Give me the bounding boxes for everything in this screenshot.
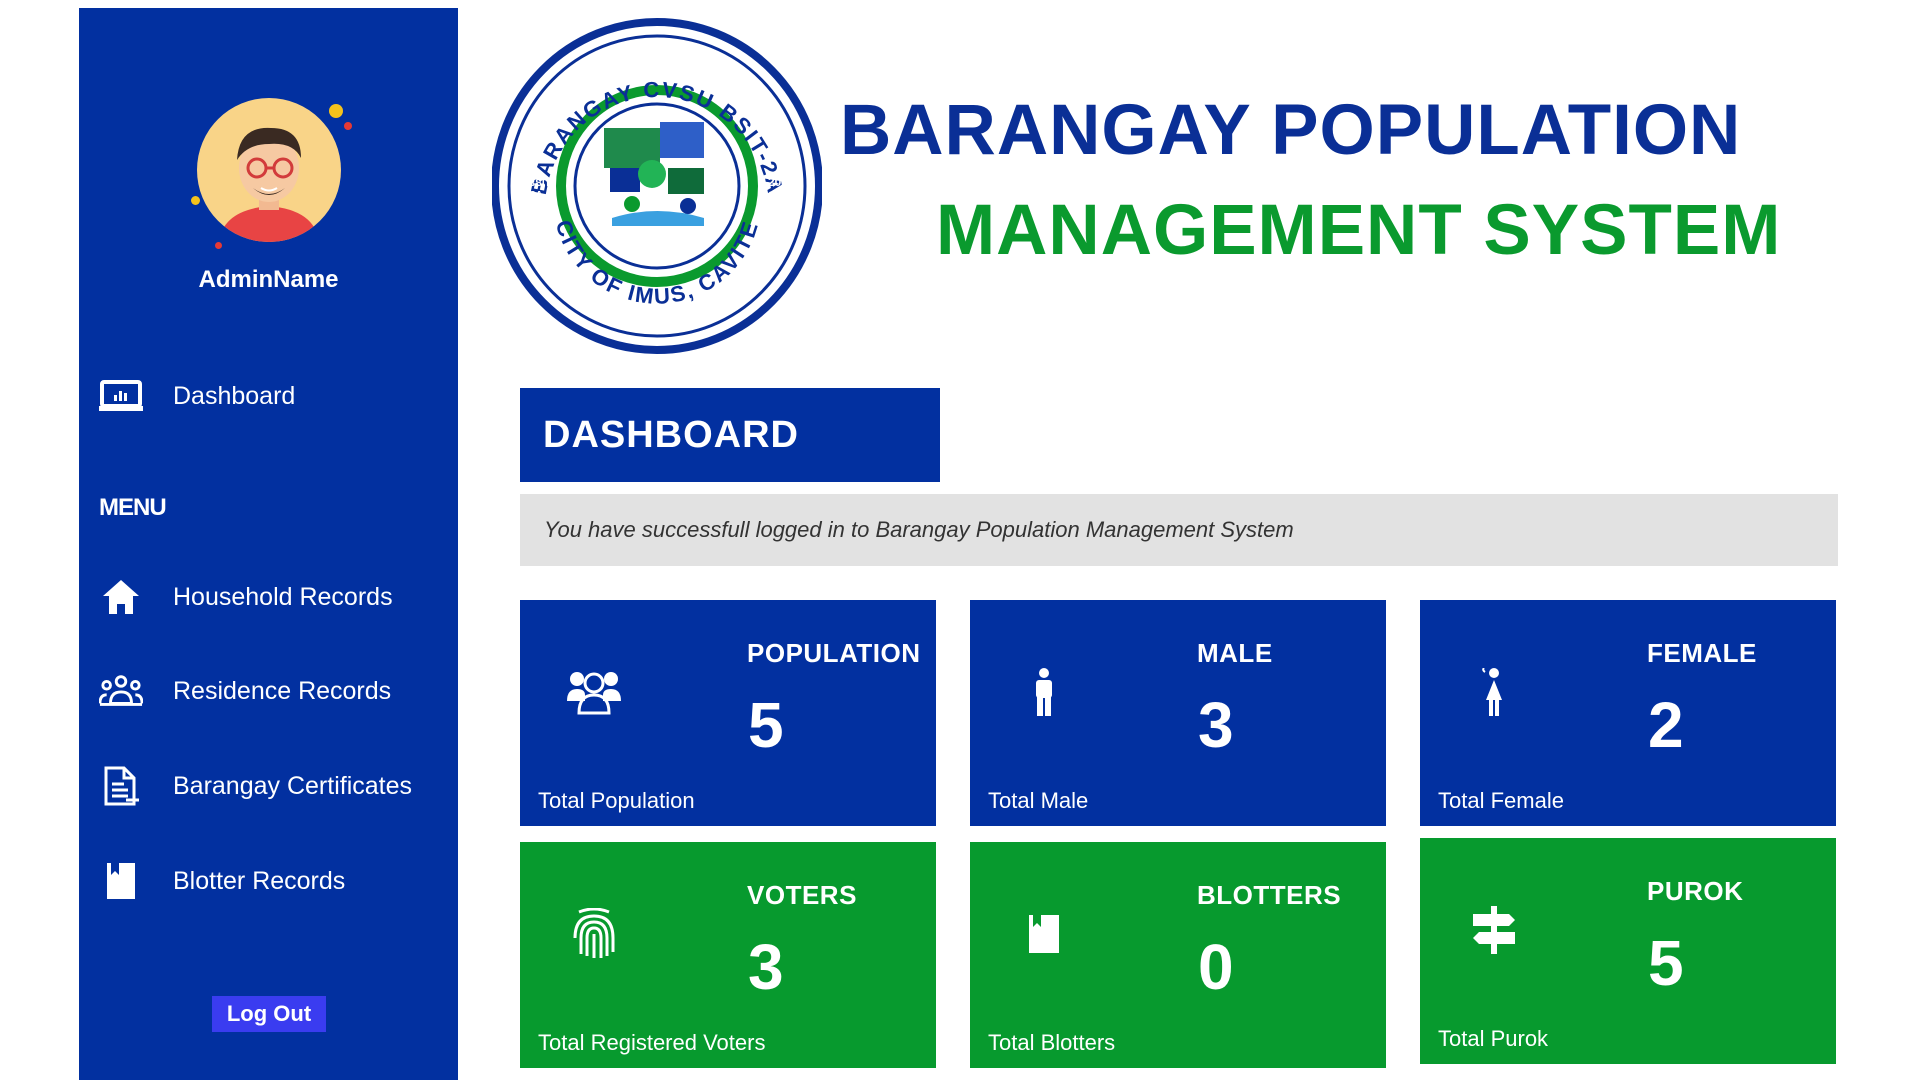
- male-card[interactable]: MALE 3 Total Male: [970, 600, 1386, 826]
- people-icon: [562, 660, 626, 724]
- female-icon: [1462, 660, 1526, 724]
- card-subtitle: Total Registered Voters: [538, 1030, 766, 1055]
- svg-text:2A: 2A: [530, 190, 543, 201]
- home-icon: [99, 577, 143, 617]
- card-value: 5: [1648, 927, 1684, 999]
- card-subtitle: Total Purok: [1438, 1026, 1549, 1051]
- voters-card[interactable]: VOTERS 3 Total Registered Voters: [520, 842, 936, 1068]
- book-icon: [99, 861, 143, 901]
- sidebar-item-household-records[interactable]: Household Records: [79, 569, 458, 625]
- card-subtitle: Total Population: [538, 788, 695, 813]
- fingerprint-icon: [562, 902, 626, 966]
- book-icon: [1012, 902, 1076, 966]
- population-card[interactable]: POPULATION 5 Total Population: [520, 600, 936, 826]
- app-title-line1: BARANGAY POPULATION: [840, 91, 1742, 170]
- sidebar-item-residence-records[interactable]: Residence Records: [79, 663, 458, 719]
- card-value: 0: [1198, 931, 1234, 1003]
- card-subtitle: Total Blotters: [988, 1030, 1116, 1055]
- sidebar-item-label: Dashboard: [173, 381, 296, 410]
- avatar: [191, 92, 352, 252]
- barangay-seal-logo: BARANGAY CVSU BSIT-2A CITY OF IMUS, CAVI…: [492, 18, 822, 354]
- certificate-icon: [99, 766, 143, 806]
- app-title-line2: MANAGEMENT SYSTEM: [936, 191, 1782, 270]
- sidebar-item-dashboard[interactable]: Dashboard: [79, 368, 458, 424]
- purok-card[interactable]: PUROK 5 Total Purok: [1420, 838, 1836, 1064]
- female-card[interactable]: FEMALE 2 Total Female: [1420, 600, 1836, 826]
- male-icon: [1012, 660, 1076, 724]
- svg-text:23: 23: [768, 189, 782, 203]
- card-title: PUROK: [1647, 876, 1744, 906]
- card-title: POPULATION: [747, 638, 921, 668]
- sidebar-item-barangay-certificates[interactable]: Barangay Certificates: [79, 758, 458, 814]
- card-value: 3: [748, 931, 784, 1003]
- svg-text:BSIT: BSIT: [528, 178, 551, 189]
- card-title: FEMALE: [1647, 638, 1757, 668]
- card-subtitle: Total Female: [1438, 788, 1564, 813]
- welcome-message: You have successfull logged in to Barang…: [520, 494, 1838, 566]
- page-title: DASHBOARD: [520, 388, 940, 482]
- svg-text:20: 20: [768, 175, 782, 189]
- menu-heading: MENU: [99, 494, 167, 521]
- admin-name: AdminName: [198, 266, 339, 293]
- card-value: 2: [1648, 689, 1684, 761]
- sidebar-item-label: Barangay Certificates: [173, 771, 413, 800]
- sidebar-item-blotter-records[interactable]: Blotter Records: [79, 853, 458, 909]
- card-title: VOTERS: [747, 880, 857, 910]
- signpost-icon: [1462, 898, 1526, 962]
- group-icon: [99, 671, 143, 711]
- card-title: BLOTTERS: [1197, 880, 1342, 910]
- card-value: 5: [748, 689, 784, 761]
- sidebar-item-label: Residence Records: [173, 676, 392, 705]
- sidebar-item-label: Blotter Records: [173, 866, 346, 895]
- logout-button[interactable]: Log Out: [212, 996, 326, 1032]
- blotters-card[interactable]: BLOTTERS 0 Total Blotters: [970, 842, 1386, 1068]
- monitor-icon: [99, 376, 143, 416]
- sidebar: AdminName Dashboard MENU Household Recor…: [79, 8, 458, 1080]
- card-value: 3: [1198, 689, 1234, 761]
- card-title: MALE: [1197, 638, 1273, 668]
- sidebar-item-label: Household Records: [173, 582, 393, 611]
- card-subtitle: Total Male: [988, 788, 1089, 813]
